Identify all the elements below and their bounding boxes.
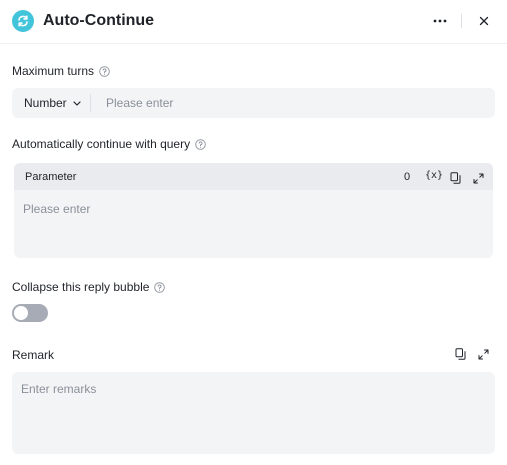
remark-copy-button[interactable] (455, 347, 466, 365)
collapse-label-row: Collapse this reply bubble (12, 279, 166, 295)
expand-button[interactable] (473, 171, 484, 189)
remark-label-row: Remark (12, 347, 54, 363)
collapse-label: Collapse this reply bubble (12, 280, 150, 294)
copy-button[interactable] (450, 171, 461, 189)
query-input[interactable] (14, 190, 493, 258)
query-label: Automatically continue with query (12, 137, 191, 151)
page-title: Auto-Continue (43, 12, 155, 29)
more-horizontal-icon (433, 19, 447, 23)
remark-input[interactable] (12, 372, 495, 454)
expand-icon (473, 173, 484, 184)
collapse-toggle[interactable] (12, 304, 48, 322)
parameter-header: Parameter 0 {x} (14, 163, 493, 190)
help-icon[interactable] (154, 281, 166, 293)
max-turns-field: Number (12, 88, 495, 118)
help-icon[interactable] (99, 65, 110, 77)
sync-arrows-icon (12, 10, 34, 32)
max-turns-label: Maximum turns (12, 64, 95, 78)
close-icon (479, 16, 489, 26)
remark-expand-button[interactable] (478, 347, 489, 365)
parameter-editor: Parameter 0 {x} (14, 163, 493, 258)
chevron-down-icon (73, 100, 81, 106)
max-turns-label-row: Maximum turns (12, 63, 110, 79)
character-count: 0 (404, 171, 411, 183)
type-select[interactable]: Number (12, 88, 90, 118)
toggle-knob (14, 306, 28, 320)
help-icon[interactable] (195, 138, 206, 150)
close-button[interactable] (474, 11, 494, 31)
insert-variable-button[interactable]: {x} (425, 170, 443, 181)
copy-icon (450, 172, 461, 184)
remark-label: Remark (12, 348, 55, 362)
parameter-title: Parameter (25, 171, 77, 183)
auto-continue-panel: Auto-Continue Maximum turns Number Pleas… (0, 0, 507, 465)
field-divider (90, 94, 91, 112)
panel-header: Auto-Continue (0, 0, 507, 44)
query-label-row: Automatically continue with query (12, 136, 206, 152)
type-select-value: Number (24, 96, 67, 110)
expand-icon (478, 349, 489, 360)
copy-icon (455, 348, 466, 360)
max-turns-input[interactable] (98, 92, 488, 114)
more-options-button[interactable] (430, 11, 450, 31)
header-divider (461, 14, 462, 28)
